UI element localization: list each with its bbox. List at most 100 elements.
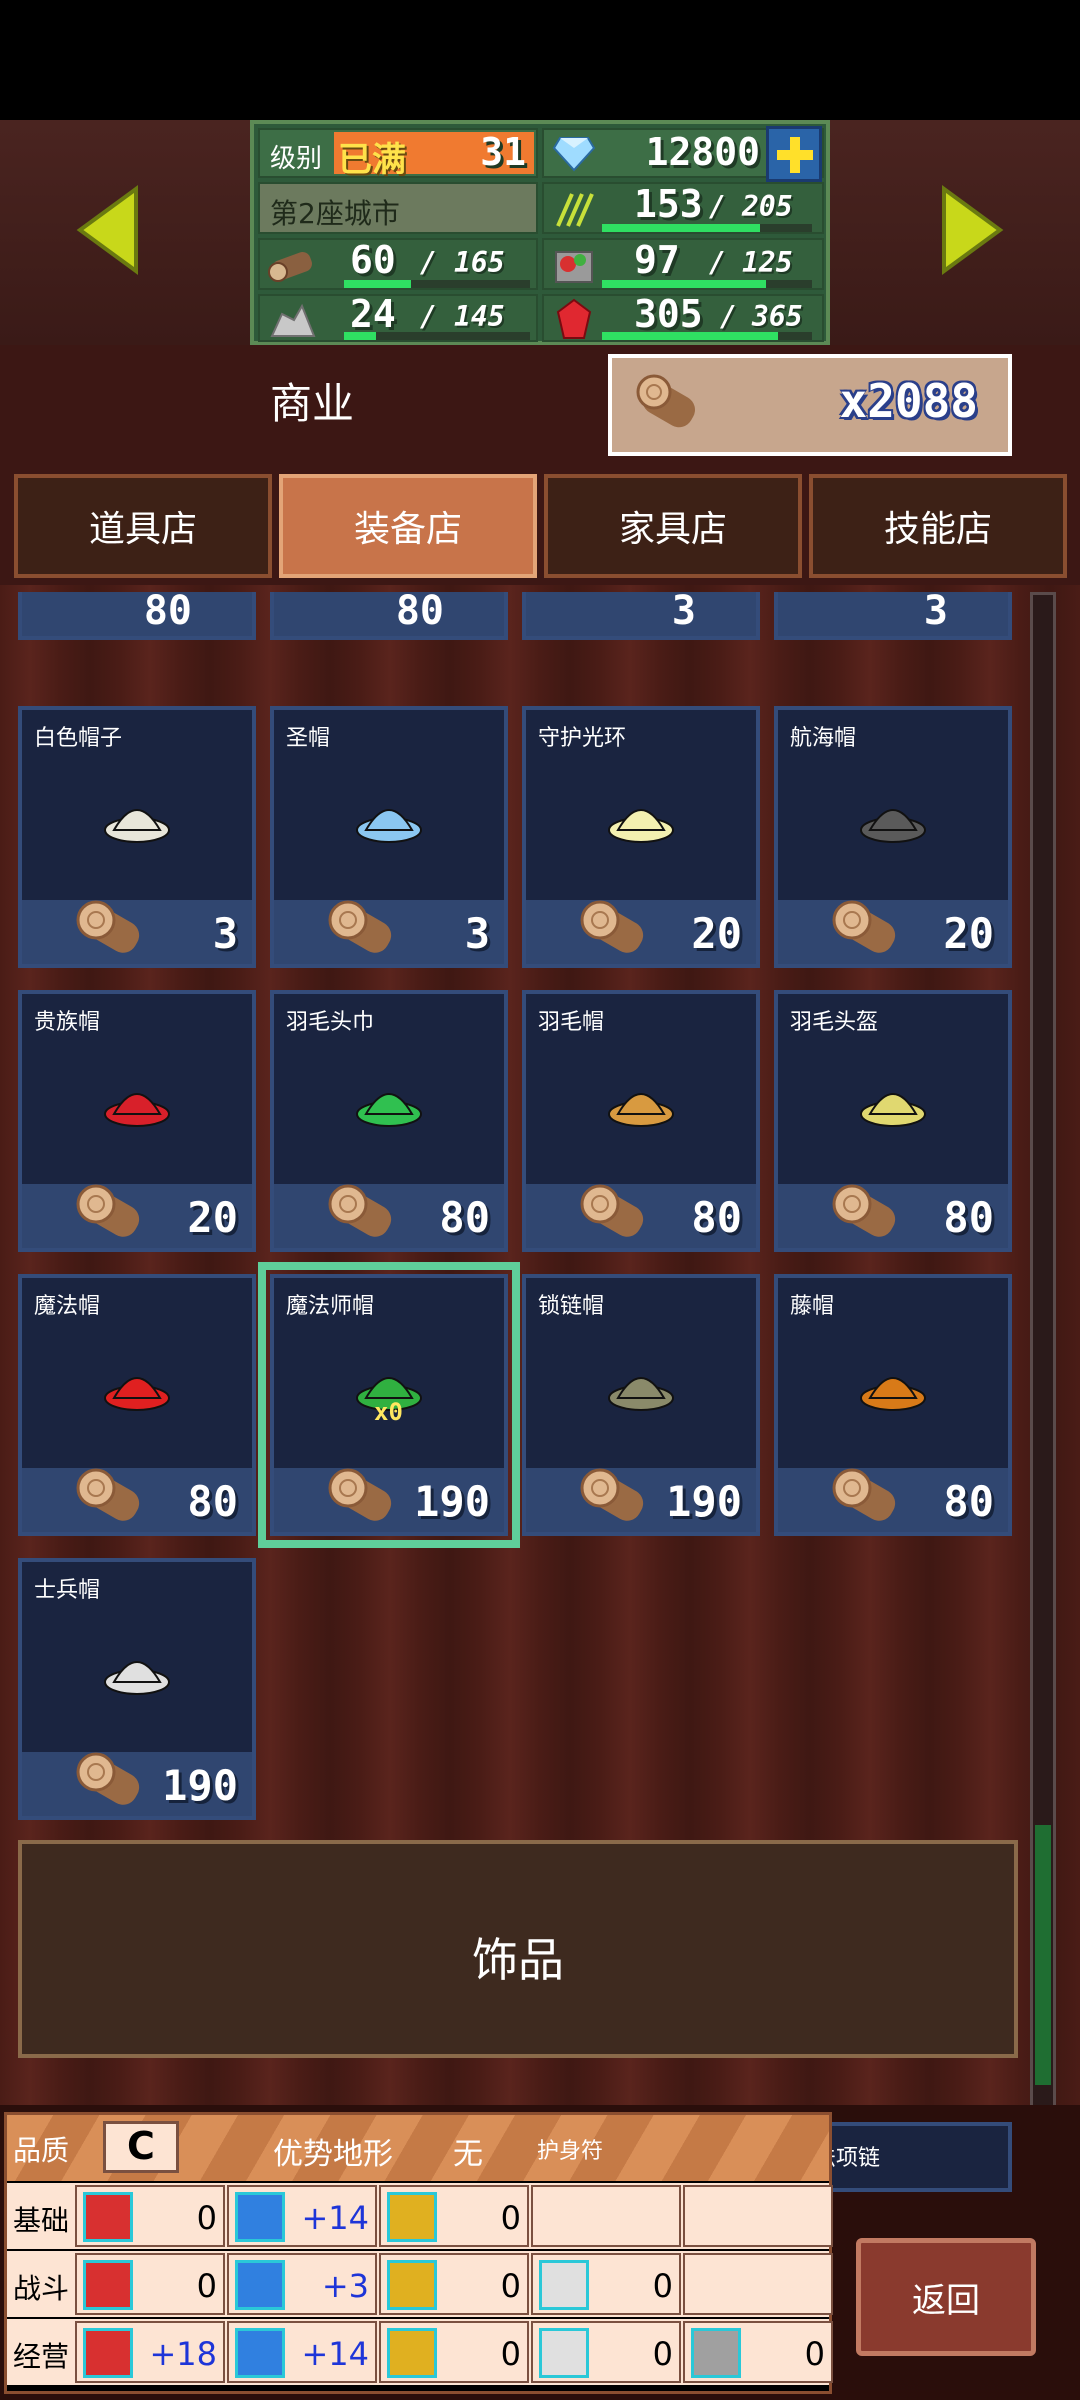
item-card[interactable]: 守护光环 20 xyxy=(522,706,760,968)
item-price: 80 xyxy=(439,1193,490,1242)
item-name: 航海帽 xyxy=(790,726,857,751)
item-card-partial[interactable]: 3 xyxy=(774,588,1012,640)
crop-current: 153 xyxy=(634,182,703,226)
log-icon xyxy=(76,1468,140,1521)
hat-icon xyxy=(356,809,422,843)
item-card[interactable]: 羽毛帽 80 xyxy=(522,990,760,1252)
item-card[interactable]: 航海帽 20 xyxy=(774,706,1012,968)
stat-icon xyxy=(83,2192,133,2242)
item-name: 藤帽 xyxy=(790,1294,835,1319)
crop-bar xyxy=(602,224,812,232)
stat-icon xyxy=(235,2260,285,2310)
tab-2[interactable]: 装备店 xyxy=(279,474,537,578)
item-card[interactable]: 贵族帽 20 xyxy=(18,990,256,1252)
advantage-terrain-value: 无 xyxy=(453,2137,483,2172)
ruby-icon xyxy=(556,298,592,339)
stat-cell xyxy=(683,2253,833,2315)
tab-1[interactable]: 道具店 xyxy=(14,474,272,578)
stat-cell: 0 xyxy=(683,2321,833,2383)
crop-max: 205 xyxy=(742,190,793,223)
log-icon xyxy=(328,1468,392,1521)
prev-city-arrow-icon[interactable] xyxy=(74,185,144,275)
item-price: 3 xyxy=(464,909,490,958)
item-card-partial[interactable]: 3 xyxy=(522,588,760,640)
stat-value: 0 xyxy=(652,2267,673,2305)
item-price: 20 xyxy=(187,1193,238,1242)
item-card[interactable]: 锁链帽 190 xyxy=(522,1274,760,1536)
log-icon xyxy=(580,900,644,953)
item-card[interactable]: 魔法帽 80 xyxy=(18,1274,256,1536)
info-panel-header: 品质 C 优势地形 无 护身符 xyxy=(7,2115,829,2181)
scrollbar-thumb[interactable] xyxy=(1035,1825,1051,2085)
quality-grade: C xyxy=(103,2121,179,2173)
accessory-section-header[interactable]: 饰品 xyxy=(18,1840,1018,2058)
item-name: 贵族帽 xyxy=(34,1010,101,1035)
item-price: 80 xyxy=(943,1477,994,1526)
stone-icon xyxy=(270,303,316,337)
item-price: 190 xyxy=(162,1761,238,1810)
stone-slash: / xyxy=(420,300,437,333)
log-icon xyxy=(832,1184,896,1237)
item-card-partial[interactable]: 80 xyxy=(18,588,256,640)
return-button[interactable]: 返回 xyxy=(856,2238,1036,2356)
item-card[interactable]: 魔法师帽 x0 190 xyxy=(258,1262,520,1548)
item-name: 锁链帽 xyxy=(538,1294,605,1319)
item-name: 羽毛头巾 xyxy=(286,1010,375,1035)
item-price: 3 xyxy=(212,909,238,958)
stone-bar xyxy=(344,332,530,340)
next-city-arrow-icon[interactable] xyxy=(936,185,1006,275)
item-card[interactable]: 羽毛头巾 80 xyxy=(270,990,508,1252)
ruby-bar xyxy=(602,332,812,340)
item-card-partial[interactable]: 80 xyxy=(270,588,508,640)
log-icon xyxy=(636,374,695,428)
item-name: 白色帽子 xyxy=(34,726,123,751)
stat-value: +14 xyxy=(301,2335,369,2373)
item-price: 190 xyxy=(666,1477,742,1526)
item-card[interactable]: 圣帽 3 xyxy=(270,706,508,968)
item-card[interactable]: 羽毛头盔 80 xyxy=(774,990,1012,1252)
stat-icon xyxy=(235,2192,285,2242)
stat-icon xyxy=(83,2328,133,2378)
item-name: 魔法师帽 xyxy=(286,1294,375,1319)
info-row: 基础 0 +14 0 xyxy=(7,2183,833,2249)
city-stats-panel: 级别 已满 31 12800 第2座城市 153 / 205 60 / 165 … xyxy=(250,120,830,345)
item-price: 80 xyxy=(395,588,444,634)
stat-value: 0 xyxy=(500,2267,521,2305)
tab-4[interactable]: 技能店 xyxy=(809,474,1067,578)
wood-icon xyxy=(268,252,312,282)
stat-value: 0 xyxy=(196,2267,217,2305)
item-price: 20 xyxy=(691,909,742,958)
wood-max: 165 xyxy=(454,246,505,279)
stat-value: +14 xyxy=(301,2199,369,2237)
level-label: 级别 xyxy=(270,144,323,174)
amulet-label: 护身符 xyxy=(537,2139,604,2164)
stat-cell: 0 xyxy=(379,2321,529,2383)
item-card[interactable]: 士兵帽 190 xyxy=(18,1558,256,1820)
stat-value: 0 xyxy=(500,2199,521,2237)
item-price: 20 xyxy=(943,909,994,958)
accessory-section-title: 饰品 xyxy=(472,1933,564,1987)
level-value: 31 xyxy=(480,130,526,174)
stat-cell: 0 xyxy=(379,2253,529,2315)
item-price: 80 xyxy=(691,1193,742,1242)
stat-cell xyxy=(531,2185,681,2247)
hat-icon xyxy=(860,1093,926,1127)
hat-icon xyxy=(608,809,674,843)
log-icon xyxy=(76,1184,140,1237)
info-row-label: 基础 xyxy=(13,2204,70,2237)
item-card[interactable]: 藤帽 80 xyxy=(774,1274,1012,1536)
wood-stock-count: x2088 xyxy=(839,374,978,428)
item-card[interactable]: 白色帽子 3 xyxy=(18,706,256,968)
add-gems-button[interactable] xyxy=(766,126,822,182)
item-name: 羽毛头盔 xyxy=(790,1010,879,1035)
item-price: 80 xyxy=(143,588,192,634)
food-current: 97 xyxy=(634,238,680,282)
stat-icon xyxy=(83,2260,133,2310)
city-name-cell: 第2座城市 xyxy=(258,182,538,234)
tab-3[interactable]: 家具店 xyxy=(544,474,802,578)
item-name: 守护光环 xyxy=(538,726,627,751)
item-name: 魔法帽 xyxy=(34,1294,101,1319)
log-icon xyxy=(328,900,392,953)
level-bar: 已满 31 xyxy=(334,130,534,180)
hat-icon xyxy=(104,809,170,843)
